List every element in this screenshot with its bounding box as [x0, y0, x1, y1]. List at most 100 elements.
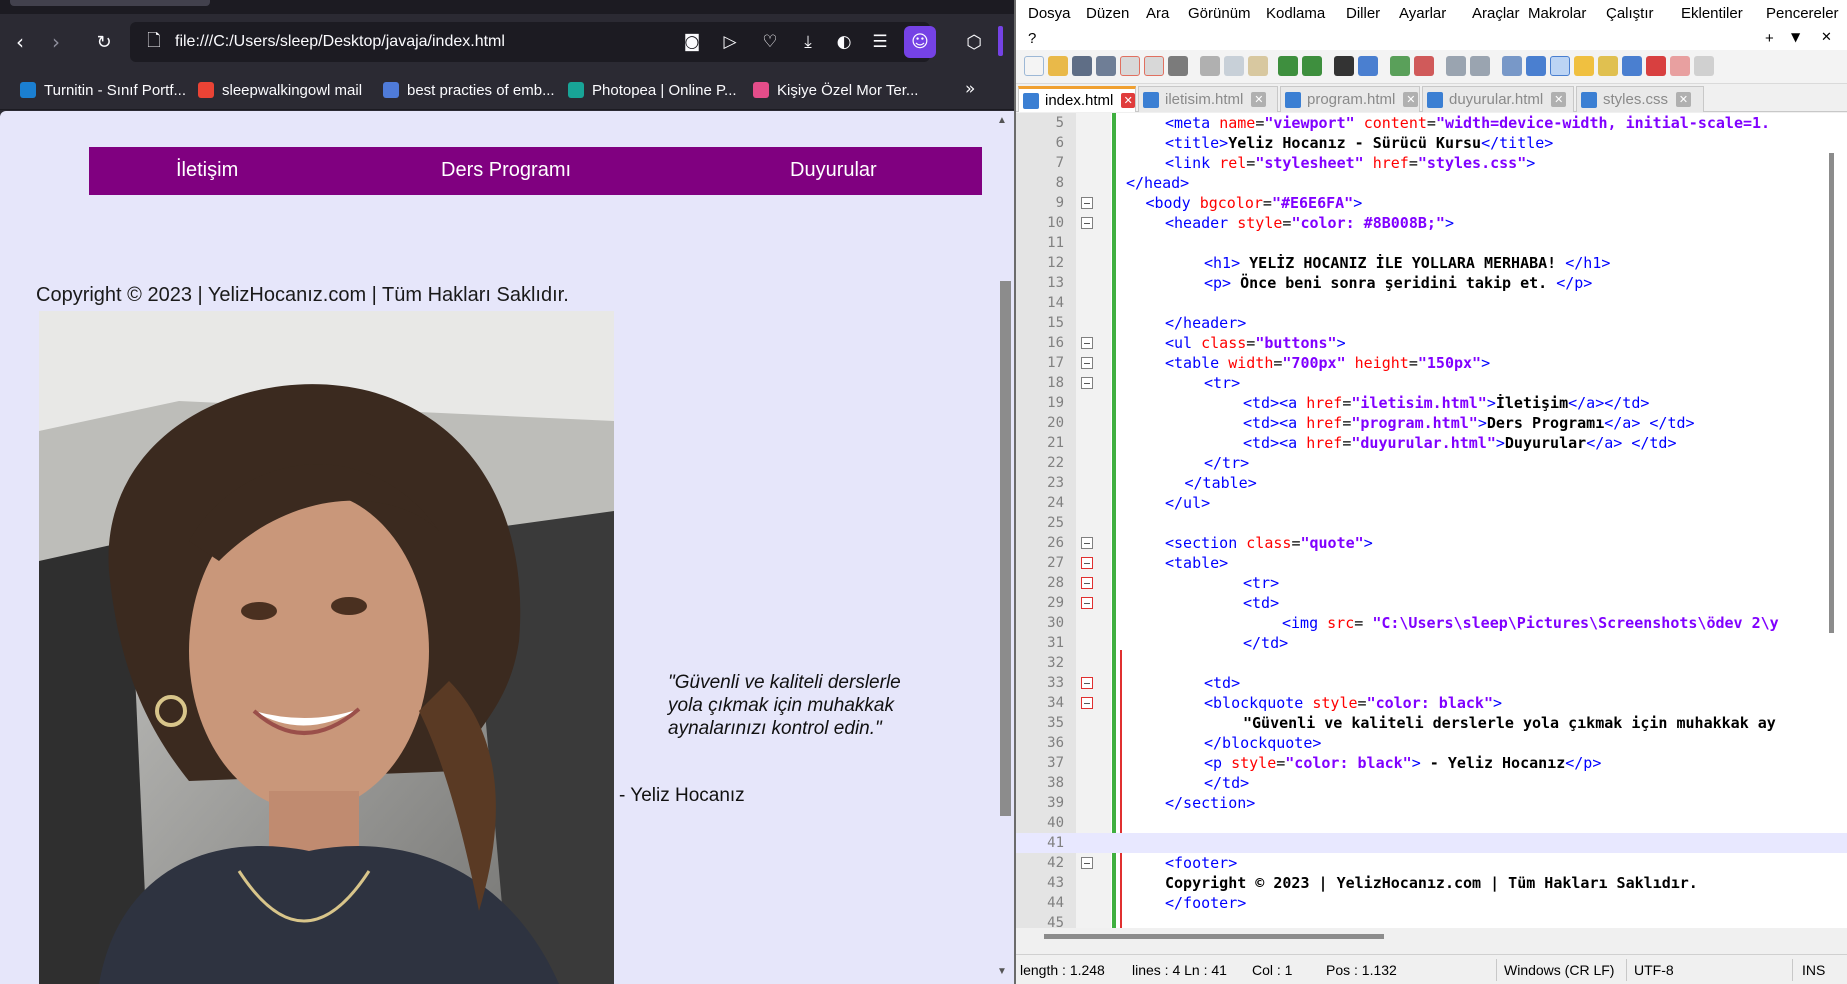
tab-program-html[interactable]: program.html ✕: [1280, 86, 1420, 112]
tab-iletisim-html[interactable]: iletisim.html ✕: [1138, 86, 1278, 112]
menu-eklentiler[interactable]: Eklentiler: [1681, 5, 1743, 22]
menu-calistir[interactable]: Çalıştır: [1606, 5, 1654, 22]
code-line[interactable]: 9 <body bgcolor="#E6E6FA">: [1016, 193, 1847, 213]
extensions-icon[interactable]: ⬡: [960, 28, 988, 56]
code-line[interactable]: 34 <blockquote style="color: black">: [1016, 693, 1847, 713]
zoom-in-icon[interactable]: [1390, 56, 1410, 76]
fold-toggle-icon[interactable]: [1081, 677, 1093, 689]
code-line[interactable]: 6 <title>Yeliz Hocanız - Sürücü Kursu</ti…: [1016, 133, 1847, 153]
code-line[interactable]: 8 </head>: [1016, 173, 1847, 193]
url-bar[interactable]: 🗋 file:///C:/Users/sleep/Desktop/javaja/…: [130, 22, 930, 62]
code-line[interactable]: 36 </blockquote>: [1016, 733, 1847, 753]
word-wrap-icon[interactable]: [1502, 56, 1522, 76]
nav-link-duyurular[interactable]: Duyurular: [790, 159, 877, 182]
page-scroll-thumb[interactable]: [1000, 281, 1011, 816]
close-tab-icon[interactable]: ✕: [1251, 92, 1267, 107]
code-line[interactable]: 12 <h1> YELİZ HOCANIZ İLE YOLLARA MERHABA…: [1016, 253, 1847, 273]
save-icon[interactable]: [1072, 56, 1092, 76]
code-line[interactable]: 35 "Güvenli ve kaliteli derslerle yola çı…: [1016, 713, 1847, 733]
code-editor[interactable]: 5 <meta name="viewport" content="width=de…: [1016, 113, 1847, 928]
nav-link-ders-programi[interactable]: Ders Programı: [441, 159, 571, 182]
code-line[interactable]: 20 <td><a href="program.html">Ders Progra…: [1016, 413, 1847, 433]
doc-map-icon[interactable]: [1598, 56, 1618, 76]
bookmark-turnitin[interactable]: Turnitin - Sınıf Portf...: [20, 79, 186, 101]
fold-toggle-icon[interactable]: [1081, 857, 1093, 869]
code-line[interactable]: 32: [1016, 653, 1847, 673]
browser-tab[interactable]: [10, 0, 210, 6]
code-line[interactable]: 43 Copyright © 2023 | YelizHocanız.com | …: [1016, 873, 1847, 893]
code-line[interactable]: 11: [1016, 233, 1847, 253]
code-line[interactable]: 33 <td>: [1016, 673, 1847, 693]
function-list-icon[interactable]: [1646, 56, 1666, 76]
find-icon[interactable]: [1334, 56, 1354, 76]
url-text[interactable]: file:///C:/Users/sleep/Desktop/javaja/in…: [175, 33, 505, 51]
code-line[interactable]: 30 <img src= "C:\Users\sleep\Pictures\Scr…: [1016, 613, 1847, 633]
code-line[interactable]: 18 <tr>: [1016, 373, 1847, 393]
menu-dosya[interactable]: Dosya: [1028, 5, 1071, 22]
code-line[interactable]: 10 <header style="color: #8B008B;">: [1016, 213, 1847, 233]
code-line[interactable]: 37 <p style="color: black"> - Yeliz Hocan…: [1016, 753, 1847, 773]
fold-toggle-icon[interactable]: [1081, 577, 1093, 589]
zoom-out-icon[interactable]: [1414, 56, 1434, 76]
fold-toggle-icon[interactable]: [1081, 217, 1093, 229]
send-icon[interactable]: ▷: [718, 30, 742, 54]
fold-toggle-icon[interactable]: [1081, 197, 1093, 209]
code-line[interactable]: 44 </footer>: [1016, 893, 1847, 913]
code-line[interactable]: 26 <section class="quote">: [1016, 533, 1847, 553]
code-line[interactable]: 27 <table>: [1016, 553, 1847, 573]
code-line[interactable]: 45: [1016, 913, 1847, 928]
profile-icon[interactable]: ☺: [904, 26, 936, 58]
code-line[interactable]: 41: [1016, 833, 1847, 853]
save-all-icon[interactable]: [1096, 56, 1116, 76]
nav-link-iletisim[interactable]: İletişim: [176, 159, 238, 182]
tab-list-icon[interactable]: ▼: [1791, 30, 1800, 44]
close-all-icon[interactable]: [1144, 56, 1164, 76]
folder-workspace-icon[interactable]: [1670, 56, 1690, 76]
code-lines[interactable]: 5 <meta name="viewport" content="width=de…: [1016, 113, 1847, 928]
code-line[interactable]: 13 <p> Önce beni sonra şeridini takip et.…: [1016, 273, 1847, 293]
code-line[interactable]: 29 <td>: [1016, 593, 1847, 613]
code-line[interactable]: 5 <meta name="viewport" content="width=de…: [1016, 113, 1847, 133]
undo-icon[interactable]: [1278, 56, 1298, 76]
code-line[interactable]: 42 <footer>: [1016, 853, 1847, 873]
close-icon[interactable]: [1120, 56, 1140, 76]
bookmark-best-practies[interactable]: best practies of emb...: [383, 79, 555, 101]
code-line[interactable]: 24 </ul>: [1016, 493, 1847, 513]
close-doc-icon[interactable]: ✕: [1821, 30, 1832, 45]
menu-kodlama[interactable]: Kodlama: [1266, 5, 1325, 22]
status-eol[interactable]: Windows (CR LF): [1504, 962, 1614, 978]
udl-icon[interactable]: [1574, 56, 1594, 76]
back-icon[interactable]: ‹: [6, 28, 34, 56]
tab-styles-css[interactable]: styles.css ✕: [1576, 86, 1704, 112]
fold-toggle-icon[interactable]: [1081, 337, 1093, 349]
editor-vertical-scroll-thumb[interactable]: [1829, 153, 1834, 633]
menu-ayarlar[interactable]: Ayarlar: [1399, 5, 1446, 22]
fold-toggle-icon[interactable]: [1081, 697, 1093, 709]
status-mode[interactable]: INS: [1802, 962, 1825, 978]
menu-diller[interactable]: Diller: [1346, 5, 1380, 22]
menu-help[interactable]: ?: [1028, 30, 1036, 47]
code-line[interactable]: 19 <td><a href="iletisim.html">İletişim</…: [1016, 393, 1847, 413]
print-icon[interactable]: [1168, 56, 1188, 76]
menu-duzen[interactable]: Düzen: [1086, 5, 1129, 22]
bookmark-photopea[interactable]: Photopea | Online P...: [568, 79, 737, 101]
menu-ara[interactable]: Ara: [1146, 5, 1169, 22]
code-line[interactable]: 17 <table width="700px" height="150px">: [1016, 353, 1847, 373]
code-line[interactable]: 7 <link rel="stylesheet" href="styles.css…: [1016, 153, 1847, 173]
code-line[interactable]: 23 </table>: [1016, 473, 1847, 493]
cut-icon[interactable]: [1200, 56, 1220, 76]
menu-sliders-icon[interactable]: ☰: [868, 30, 892, 54]
close-tab-icon[interactable]: ✕: [1403, 92, 1419, 107]
menu-makrolar[interactable]: Makrolar: [1528, 5, 1586, 22]
menu-gorunum[interactable]: Görünüm: [1188, 5, 1251, 22]
reader-toggle-icon[interactable]: ◐: [832, 30, 856, 54]
indent-guide-icon[interactable]: [1550, 56, 1570, 76]
new-file-icon[interactable]: [1024, 56, 1044, 76]
bookmark-kisiye-ozel[interactable]: Kişiye Özel Mor Ter...: [753, 79, 918, 101]
screenshot-icon[interactable]: ◙: [680, 30, 704, 54]
menu-araclar[interactable]: Araçlar: [1472, 5, 1520, 22]
close-tab-icon[interactable]: ✕: [1676, 92, 1692, 107]
fold-toggle-icon[interactable]: [1081, 357, 1093, 369]
code-line[interactable]: 28 <tr>: [1016, 573, 1847, 593]
new-tab-icon[interactable]: +: [1765, 30, 1774, 47]
